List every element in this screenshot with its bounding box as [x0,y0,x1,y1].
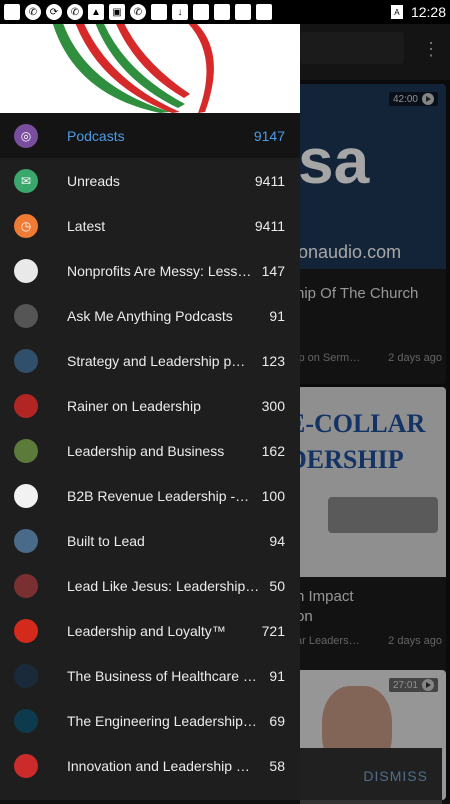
drawer-item[interactable]: Built to Lead 94 [0,518,300,563]
drawer-item-count: 300 [261,397,285,414]
notification-icon [256,4,272,20]
phone-icon: ✆ [67,4,83,20]
status-time: 12:28 [410,4,446,20]
drawer-item[interactable]: Leadership and Loyalty™ 721 [0,608,300,653]
drawer-item-label: Unreads [67,172,120,189]
drawer-item-count: 100 [261,487,285,504]
drawer-item-label: Rainer on Leadership [67,397,201,414]
phone-icon: ✆ [130,4,146,20]
drawer-item[interactable]: ◷ Latest 9411 [0,203,300,248]
drawer-item[interactable]: Rainer on Leadership 300 [0,383,300,428]
drawer-item[interactable]: B2B Revenue Leadership - CE… 100 [0,473,300,518]
notification-icon [214,4,230,20]
phone-icon: ✆ [25,4,41,20]
notification-icon [4,4,20,20]
drawer-item-label: Built to Lead [67,532,145,549]
drawer-item-count: 9147 [253,127,285,144]
drawer-item-count: 94 [269,532,285,549]
drawer-item[interactable]: Leadership and Business 162 [0,428,300,473]
drawer-nav-list: ◎ Podcasts 9147 ✉ Unreads 9411 ◷ Latest 9411 Nonp… [0,113,300,788]
keyboard-icon: A [390,5,403,19]
drawer-item-label: Strategy and Leadership podca… [67,352,252,369]
download-icon: ↓ [172,4,188,20]
sync-icon: ⟳ [46,4,62,20]
drawer-header-logo [0,24,300,113]
drawer-item-count: 162 [261,442,285,459]
drawer-item-label: Leadership and Loyalty™ [67,622,226,639]
drawer-item-count: 123 [261,352,285,369]
image-icon: ▣ [109,4,125,20]
drawer-item-count: 721 [261,622,285,639]
status-bar: ✆ ⟳ ✆ ▲ ▣ ✆ ↓ A 12:28 [0,0,450,24]
podcast-artwork-icon [14,438,38,463]
podcast-artwork-icon [14,483,38,508]
drawer-item-label: Ask Me Anything Podcasts [67,307,233,324]
warning-icon: ▲ [88,4,104,20]
drawer-item[interactable]: The Engineering Leadership Po… 69 [0,698,300,743]
drawer-item-count: 9411 [254,217,285,234]
drawer-item-label: Nonprofits Are Messy: Lessons… [67,262,252,279]
drawer-item[interactable]: Strategy and Leadership podca… 123 [0,338,300,383]
clock-icon: ◷ [14,213,38,238]
drawer-item-label: Leadership and Business [67,442,225,459]
drawer-item-label: Latest [67,217,106,234]
drawer-item[interactable]: Ask Me Anything Podcasts 91 [0,293,300,338]
drawer-item-label: The Business of Healthcare Po… [67,667,260,684]
notification-icon [151,4,167,20]
podcast-artwork-icon [14,618,38,643]
podcast-artwork-icon [14,573,38,598]
podcast-artwork-icon [14,528,38,553]
notification-icon [235,4,251,20]
podcast-artwork-icon [14,258,38,283]
podcast-artwork-icon [14,753,38,778]
drawer-item[interactable]: Lead Like Jesus: Leadership St… 50 [0,563,300,608]
drawer-item-label: Podcasts [67,127,125,144]
drawer-item-count: 91 [269,667,285,684]
drawer-item[interactable]: Nonprofits Are Messy: Lessons… 147 [0,248,300,293]
mail-icon: ✉ [14,168,38,193]
drawer-item[interactable]: Innovation and Leadership with… 58 [0,743,300,788]
podcast-artwork-icon [14,348,38,373]
podcast-icon: ◎ [14,123,38,148]
podcast-artwork-icon [14,708,38,733]
drawer-item-label: Innovation and Leadership with… [67,757,260,774]
drawer-scrim[interactable] [300,24,450,800]
drawer-item-label: Lead Like Jesus: Leadership St… [67,577,260,594]
drawer-item-label: The Engineering Leadership Po… [67,712,260,729]
drawer-item-count: 69 [269,712,285,729]
drawer-item-count: 58 [269,757,285,774]
drawer-item-count: 9411 [254,172,285,189]
drawer-item[interactable]: ◎ Podcasts 9147 [0,113,300,158]
drawer-item-count: 50 [269,577,285,594]
drawer-item[interactable]: The Business of Healthcare Po… 91 [0,653,300,698]
navigation-drawer: ◎ Podcasts 9147 ✉ Unreads 9411 ◷ Latest 9411 Nonp… [0,24,300,800]
drawer-item[interactable]: ✉ Unreads 9411 [0,158,300,203]
drawer-item-count: 147 [261,262,285,279]
drawer-item-label: B2B Revenue Leadership - CE… [67,487,252,504]
podcast-artwork-icon [14,303,38,328]
notification-icon [193,4,209,20]
podcast-artwork-icon [14,393,38,418]
drawer-item-count: 91 [269,307,285,324]
app-logo [52,24,214,113]
podcast-artwork-icon [14,663,38,688]
